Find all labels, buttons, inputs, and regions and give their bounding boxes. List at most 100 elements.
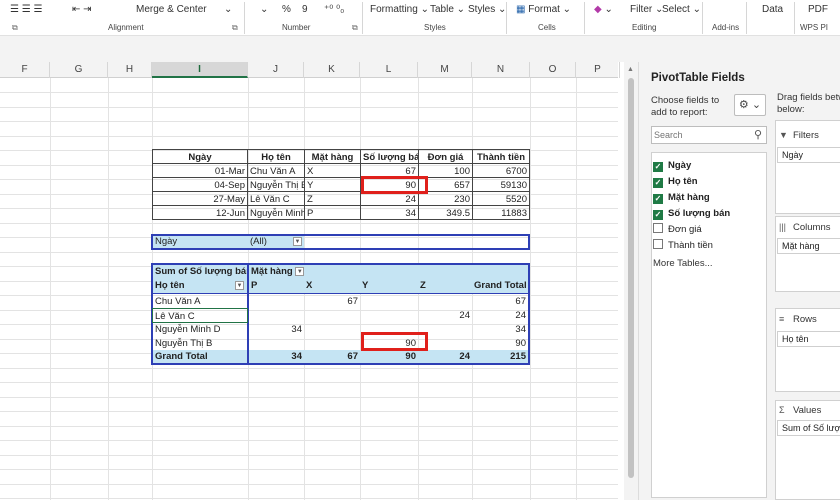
pivot-value[interactable] (418, 294, 472, 309)
field-item-mat-hang[interactable]: ✓ Mặt hàng (653, 190, 710, 206)
scrollbar-thumb[interactable] (628, 78, 634, 478)
source-cell[interactable]: 349.5 (418, 205, 473, 220)
column-filter-dropdown-icon[interactable]: ▼ (295, 266, 305, 276)
pivot-grand-value[interactable]: 24 (418, 350, 472, 363)
pivot-grand-value[interactable]: 215 (472, 350, 528, 363)
pivot-grand-value[interactable]: 90 (360, 350, 418, 363)
field-search-box[interactable]: ⚲ (651, 126, 767, 144)
pivot-value[interactable] (360, 308, 418, 323)
source-header-cell[interactable]: Thành tiền (472, 149, 530, 164)
search-input[interactable] (654, 128, 746, 142)
pivot-row-label[interactable]: Chu Văn A (153, 294, 247, 309)
checkbox-checked-icon[interactable]: ✓ (653, 162, 663, 172)
source-header-cell[interactable]: Mặt hàng (304, 149, 361, 164)
currency-dropdown-icon[interactable]: ⌄ (260, 4, 268, 15)
source-header-cell[interactable]: Họ tên (247, 149, 305, 164)
merge-center-button[interactable]: Merge & Center (136, 4, 207, 15)
number-launcher-icon[interactable]: ⧉ (352, 23, 358, 33)
conditional-formatting-button[interactable]: Formatting ⌄ (370, 4, 429, 15)
vertical-scrollbar[interactable]: ▲ (624, 62, 638, 500)
format-button[interactable]: ▦ Format ⌄ (516, 4, 571, 15)
pivot-value[interactable]: 34 (249, 322, 304, 337)
pivot-row-header[interactable]: Họ tên ▼ (153, 279, 247, 293)
pivot-value[interactable]: 67 (472, 294, 528, 309)
field-item-ho-ten[interactable]: ✓ Họ tên (653, 174, 698, 190)
alignment-launcher-icon[interactable]: ⧉ (232, 23, 238, 33)
checkbox-checked-icon[interactable]: ✓ (653, 210, 663, 220)
column-header-N[interactable]: N (472, 62, 530, 78)
pivot-grand-value[interactable]: 34 (249, 350, 304, 363)
filters-area-item[interactable]: Ngày (777, 147, 840, 163)
more-tables-link[interactable]: More Tables... (653, 258, 713, 269)
checkbox-empty-icon[interactable] (653, 223, 663, 233)
pivot-value[interactable]: 67 (304, 294, 360, 309)
pivot-value[interactable] (304, 308, 360, 323)
pivot-grand-total-label[interactable]: Grand Total (153, 350, 247, 363)
source-cell[interactable]: 6700 (472, 163, 530, 178)
source-cell[interactable]: 5520 (472, 191, 530, 206)
pivot-value[interactable] (249, 308, 304, 323)
columns-area-item[interactable]: Mặt hàng (777, 238, 840, 254)
pivot-row-label-selected[interactable]: Lê Văn C (152, 308, 248, 323)
pivot-value[interactable]: 34 (472, 322, 528, 337)
pivot-value[interactable] (304, 336, 360, 351)
pivot-value[interactable] (249, 336, 304, 351)
source-header-cell[interactable]: Số lượng bán (360, 149, 419, 164)
pivot-grand-value[interactable]: 67 (304, 350, 360, 363)
checkbox-empty-icon[interactable] (653, 239, 663, 249)
source-cell[interactable]: 04-Sep (152, 177, 248, 192)
find-select-button[interactable]: Select ⌄ (662, 4, 701, 15)
source-cell[interactable]: 11883 (472, 205, 530, 220)
field-item-so-luong-ban[interactable]: ✓ Số lượng bán (653, 206, 730, 222)
source-cell[interactable]: Nguyễn Minh D (247, 205, 305, 220)
pivot-filter-label[interactable]: Ngày (153, 236, 248, 248)
source-cell[interactable]: 59130 (472, 177, 530, 192)
checkbox-checked-icon[interactable]: ✓ (653, 178, 663, 188)
settings-gear-icon[interactable]: ⚙ ⌄ (734, 94, 766, 116)
column-header-F[interactable]: F (0, 62, 50, 78)
source-cell[interactable]: Nguyễn Thị B (247, 177, 305, 192)
source-cell[interactable]: Lê Văn C (247, 191, 305, 206)
percent-button[interactable]: % (282, 4, 291, 15)
pivot-value[interactable]: 24 (472, 308, 528, 323)
source-header-cell[interactable]: Đơn giá (418, 149, 473, 164)
source-cell[interactable]: Chu Văn A (247, 163, 305, 178)
clipboard-launcher-icon[interactable]: ⧉ (12, 23, 18, 33)
scroll-up-icon[interactable]: ▲ (627, 66, 634, 73)
source-cell[interactable]: Y (304, 177, 361, 192)
pivot-column-header[interactable]: Mặt hàng ▼ (249, 265, 528, 279)
column-header-K[interactable]: K (304, 62, 360, 78)
decimal-buttons[interactable]: ⁺⁰ ⁰₀ (324, 4, 344, 15)
field-item-don-gia[interactable]: Đơn giá (653, 222, 702, 238)
clear-icon[interactable]: ◆ ⌄ (594, 4, 613, 15)
pivot-filter-value[interactable]: (All) ▼ (248, 236, 304, 248)
cell-styles-button[interactable]: Styles ⌄ (468, 4, 506, 15)
format-as-table-button[interactable]: Table ⌄ (430, 4, 465, 15)
rows-area-item[interactable]: Họ tên (777, 331, 840, 347)
pivot-value[interactable]: 24 (418, 308, 472, 323)
source-cell[interactable]: 12-Jun (152, 205, 248, 220)
source-cell[interactable]: 01-Mar (152, 163, 248, 178)
comma-button[interactable]: 9 (302, 4, 308, 15)
source-cell[interactable]: P (304, 205, 361, 220)
pivot-row-label[interactable]: Nguyễn Thị B (153, 336, 247, 351)
pivot-value-header[interactable]: Sum of Số lượng bán (153, 265, 247, 279)
column-header-M[interactable]: M (418, 62, 472, 78)
pivot-row-label[interactable]: Nguyễn Minh D (153, 322, 247, 337)
field-item-ngay[interactable]: ✓ Ngày (653, 158, 691, 174)
checkbox-checked-icon[interactable]: ✓ (653, 194, 663, 204)
column-header-J[interactable]: J (248, 62, 304, 78)
filter-dropdown-icon[interactable]: ▼ (293, 237, 302, 246)
source-cell[interactable]: 34 (360, 205, 419, 220)
sort-filter-button[interactable]: Filter ⌄ (630, 4, 663, 15)
field-item-thanh-tien[interactable]: Thành tiền (653, 238, 713, 254)
pivot-value[interactable] (249, 294, 304, 309)
data-button[interactable]: Data (762, 4, 783, 15)
column-header-H[interactable]: H (108, 62, 152, 78)
row-filter-dropdown-icon[interactable]: ▼ (235, 281, 244, 290)
pivot-value[interactable] (304, 322, 360, 337)
column-header-O[interactable]: O (530, 62, 576, 78)
pivot-value[interactable] (360, 294, 418, 309)
source-cell[interactable]: X (304, 163, 361, 178)
pivot-value[interactable]: 90 (472, 336, 528, 351)
